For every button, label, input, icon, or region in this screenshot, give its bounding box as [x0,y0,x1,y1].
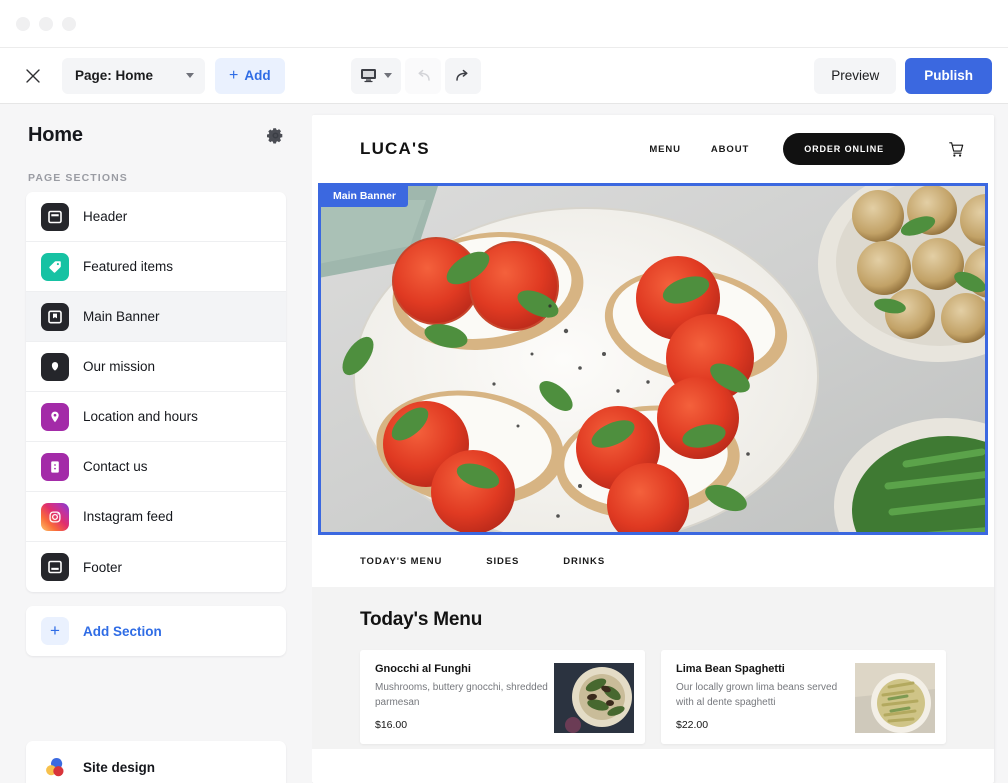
preview-button[interactable]: Preview [814,57,897,94]
selection-outline: Main Banner [318,183,988,535]
redo-icon [455,69,468,81]
sidebar-item-main-banner[interactable]: Main Banner [26,292,286,342]
add-section-label: Add Section [83,623,162,639]
site-nav: MENU ABOUT ORDER ONLINE [649,133,964,165]
order-online-button[interactable]: ORDER ONLINE [783,133,905,165]
site-menu-tabs: TODAY'S MENU SIDES DRINKS [312,535,994,587]
undo-icon [418,69,430,81]
add-button[interactable]: + Add [215,57,285,94]
main-banner-section[interactable]: Main Banner [318,183,988,535]
sidebar-item-label: Footer [83,559,123,575]
sidebar-item-label: Header [83,209,128,224]
menu-card[interactable]: Gnocchi al Funghi Mushrooms, buttery gno… [360,650,645,744]
menu-card-list: Gnocchi al Funghi Mushrooms, buttery gno… [360,650,946,744]
menu-card-text: Gnocchi al Funghi Mushrooms, buttery gno… [375,663,550,744]
instagram-icon [41,502,69,531]
add-section-button[interactable]: + Add Section [26,606,286,656]
menu-heading: Today's Menu [360,609,483,630]
sidebar-item-label: Contact us [83,459,148,474]
page-selector[interactable]: Page: Home [62,57,205,94]
sidebar-item-contact-us[interactable]: Contact us [26,442,286,492]
site-preview: LUCA'S MENU ABOUT ORDER ONLINE Main Bann… [312,115,994,783]
window-chrome [0,0,1008,48]
close-editor-button[interactable] [18,61,48,91]
page-selector-label: Page: Home [75,68,154,83]
menu-item-thumbnail [855,663,935,733]
shopping-cart-icon[interactable] [948,141,964,158]
site-brand: LUCA'S [360,139,430,158]
map-pin-icon [41,402,69,431]
page-title: Home [28,124,83,146]
close-icon [26,68,40,83]
editor-body: Home PAGE SECTIONS Header Featured items… [0,104,1008,783]
site-design-label: Site design [83,759,156,775]
menu-card-text: Lima Bean Spaghetti Our locally grown li… [676,663,851,744]
banner-icon [41,302,69,331]
site-header: LUCA'S MENU ABOUT ORDER ONLINE [312,115,994,183]
redo-button[interactable] [444,57,481,94]
menu-item-thumbnail [554,663,634,733]
sidebar-item-label: Our mission [83,359,156,374]
page-sections-list: Header Featured items Main Banner Our mi… [26,192,286,592]
sidebar-item-featured-items[interactable]: Featured items [26,242,286,292]
banner-image [321,186,985,532]
undo-button[interactable] [404,57,441,94]
sidebar-item-location-and-hours[interactable]: Location and hours [26,392,286,442]
menu-item-description: Mushrooms, buttery gnocchi, shredded par… [375,682,548,708]
tag-icon [41,252,69,281]
sidebar-item-label: Instagram feed [83,509,174,524]
editor-toolbar: Page: Home + Add Preview Publish [0,48,1008,104]
close-dot[interactable] [16,16,30,31]
sidebar-item-label: Main Banner [83,309,160,324]
tab-drinks[interactable]: DRINKS [563,556,605,567]
gear-icon [267,128,283,144]
publish-button[interactable]: Publish [905,57,992,94]
page-settings-button[interactable] [267,127,284,144]
page-sections-label: PAGE SECTIONS [28,172,128,184]
maximize-dot[interactable] [62,16,76,31]
sidebar-item-label: Featured items [83,259,174,274]
device-preview-button[interactable] [350,57,401,94]
sidebar-item-header[interactable]: Header [26,192,286,242]
chevron-down-icon [383,73,392,78]
sidebar: Home PAGE SECTIONS Header Featured items… [0,104,312,783]
nav-link-menu[interactable]: MENU [649,144,681,155]
nav-link-about[interactable]: ABOUT [711,144,749,155]
site-design-button[interactable]: Site design [26,741,286,783]
menu-item-name: Gnocchi al Funghi [375,663,471,675]
toolbar-middle-group [350,57,481,94]
menu-item-price: $16.00 [375,719,408,731]
tab-todays-menu[interactable]: TODAY'S MENU [360,556,442,567]
desktop-icon [360,69,376,83]
section-badge: Main Banner [321,186,409,207]
add-button-label: Add [244,68,271,83]
sidebar-item-label: Location and hours [83,409,198,424]
menu-item-description: Our locally grown lima beans served with… [676,682,838,708]
footer-icon [41,553,69,581]
menu-card[interactable]: Lima Bean Spaghetti Our locally grown li… [661,650,946,744]
sidebar-item-footer[interactable]: Footer [26,542,286,592]
preview-canvas: LUCA'S MENU ABOUT ORDER ONLINE Main Bann… [312,104,1008,783]
traffic-lights [16,16,76,31]
header-icon [41,202,69,231]
todays-menu-section: Today's Menu Gnocchi al Funghi Mushrooms… [312,587,994,749]
plus-icon: + [229,66,239,84]
tab-sides[interactable]: SIDES [486,556,519,567]
sidebar-header: Home [26,104,286,147]
menu-item-name: Lima Bean Spaghetti [676,663,785,675]
sidebar-item-instagram-feed[interactable]: Instagram feed [26,492,286,542]
chevron-down-icon [186,73,194,78]
plus-icon: + [41,617,69,645]
minimize-dot[interactable] [39,16,53,31]
color-circles-icon [41,753,69,781]
shield-icon [41,352,69,381]
sidebar-item-our-mission[interactable]: Our mission [26,342,286,392]
menu-item-price: $22.00 [676,719,709,731]
contact-card-icon [41,452,69,481]
